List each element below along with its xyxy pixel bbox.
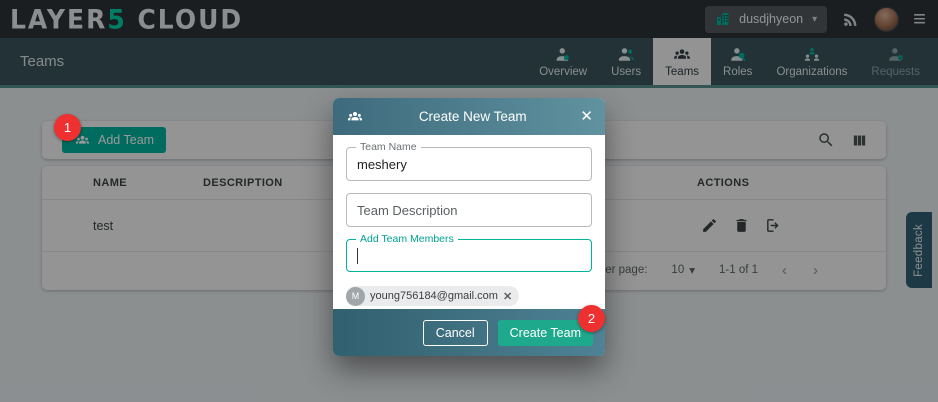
- chip-remove-icon[interactable]: ✕: [503, 290, 512, 303]
- cancel-button[interactable]: Cancel: [423, 320, 488, 346]
- modal-footer: Cancel Create Team: [333, 309, 605, 356]
- chip-avatar: M: [346, 287, 365, 306]
- member-email-chip: M young756184@gmail.com ✕: [346, 286, 519, 306]
- chip-email: young756184@gmail.com: [370, 290, 498, 302]
- annotation-step-1-badge: 1: [54, 114, 81, 141]
- add-team-members-label: Add Team Members: [356, 233, 458, 245]
- team-description-input[interactable]: [347, 194, 591, 226]
- team-name-label: Team Name: [356, 141, 421, 153]
- annotation-step-2-badge: 2: [578, 305, 605, 332]
- modal-header: Create New Team ✕: [333, 98, 605, 135]
- modal-title: Create New Team: [365, 109, 580, 124]
- team-description-field: [346, 193, 592, 227]
- group-icon: [345, 109, 365, 125]
- team-name-field: Team Name: [346, 147, 592, 181]
- text-cursor: [357, 248, 358, 264]
- modal-body: Team Name Add Team Members M young756184…: [333, 135, 605, 309]
- close-icon[interactable]: ✕: [580, 109, 593, 124]
- add-team-members-field: Add Team Members: [346, 239, 592, 272]
- create-new-team-modal: Create New Team ✕ Team Name Add Team Mem…: [333, 98, 605, 356]
